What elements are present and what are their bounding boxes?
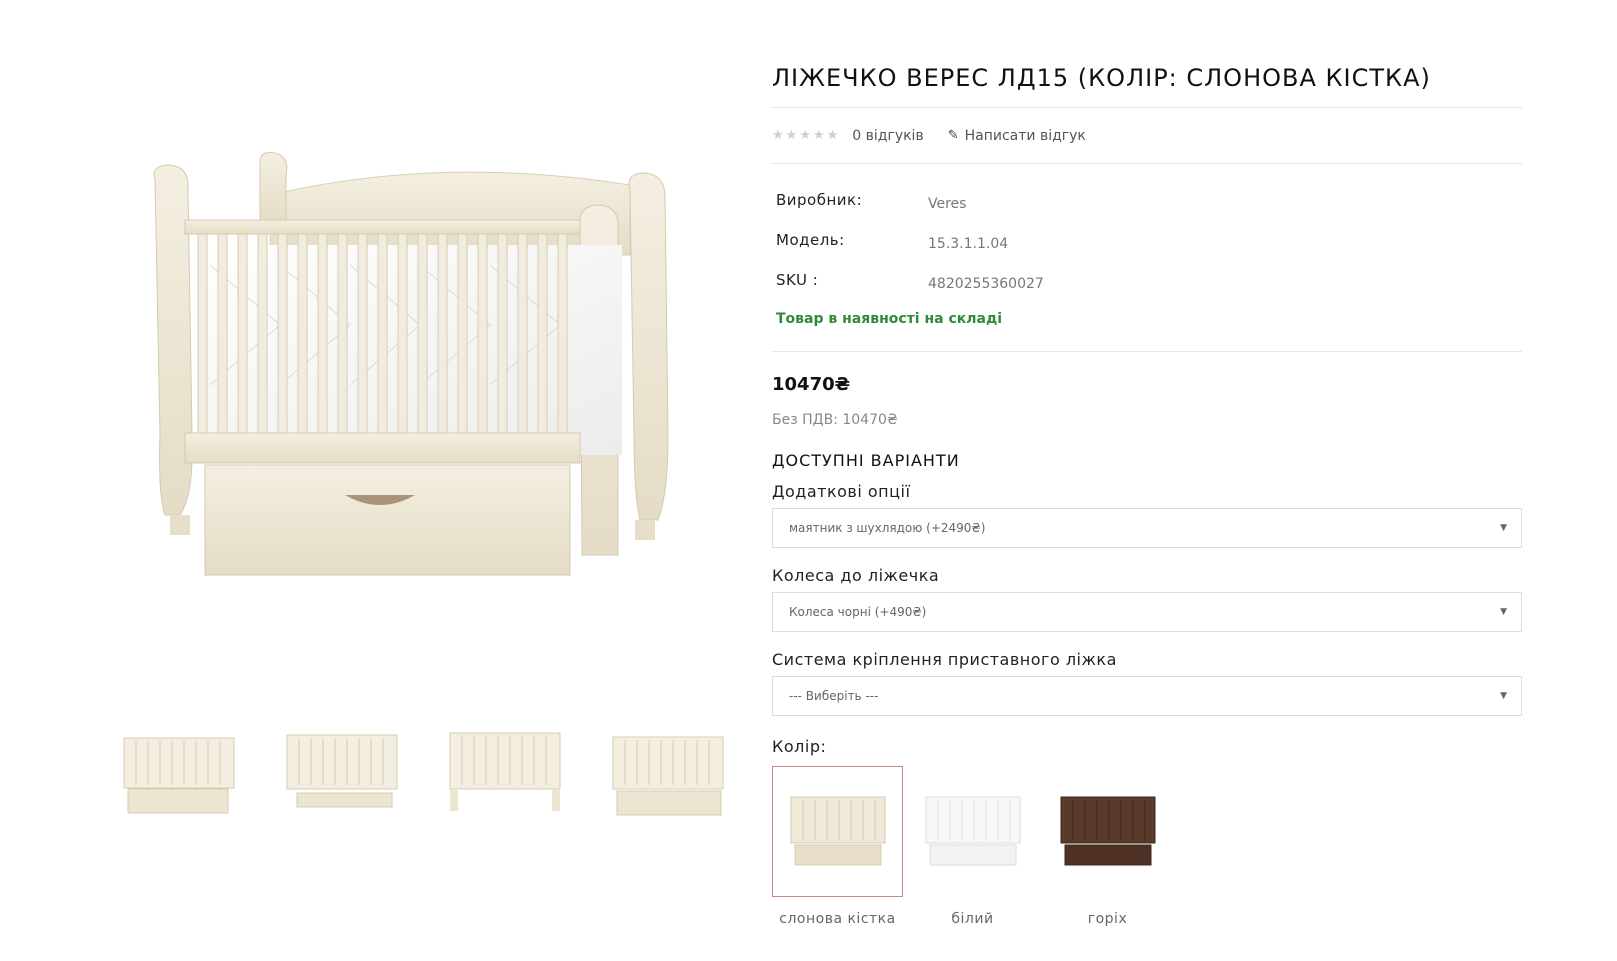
product-title: ЛІЖЕЧКО ВЕРЕС ЛД15 (КОЛІР: СЛОНОВА КІСТК… — [772, 56, 1522, 108]
select-value: маятник з шухлядою (+2490₴) — [789, 521, 986, 535]
spec-row-manufacturer: Виробник: Veres — [776, 180, 1518, 220]
swatch-label: білий — [951, 911, 994, 927]
thumbnail-2[interactable] — [273, 715, 410, 830]
star-icon: ★ — [772, 128, 784, 143]
write-review-label: Написати відгук — [964, 127, 1086, 144]
crib-thumbnail-image — [449, 732, 560, 811]
color-swatches: слонова кістка білий горіх — [772, 766, 1522, 927]
option-label-wheels: Колеса до ліжечка — [772, 566, 940, 585]
swatch-image — [1042, 766, 1173, 897]
stock-status: Товар в наявності на складі — [772, 300, 1522, 352]
spec-value: 15.3.1.1.04 — [928, 236, 1009, 252]
reviews-link[interactable]: 0 відгуків — [852, 128, 923, 144]
star-icon: ★ — [799, 128, 811, 143]
spec-label: SKU : — [776, 271, 819, 289]
product-specs: Виробник: Veres Модель: 15.3.1.1.04 SKU … — [772, 164, 1522, 300]
thumbnail-strip — [110, 715, 740, 830]
price-ex-vat: Без ПДВ: 10470₴ — [772, 412, 898, 428]
color-label: Колір: — [772, 737, 827, 756]
chevron-down-icon: ▼ — [1500, 607, 1507, 617]
select-value: Колеса чорні (+490₴) — [789, 605, 927, 619]
crib-thumbnail-image — [286, 734, 397, 807]
swatch-label: горіх — [1087, 911, 1128, 927]
wheels-select[interactable]: Колеса чорні (+490₴) ▼ — [772, 592, 1522, 632]
chevron-down-icon: ▼ — [1500, 691, 1507, 701]
option-label-attachment: Система кріплення приставного ліжка — [772, 650, 1117, 669]
variants-title: ДОСТУПНІ ВАРІАНТИ — [772, 451, 960, 470]
thumbnail-1[interactable] — [110, 715, 247, 830]
swatch-image — [907, 766, 1038, 897]
extra-options-select[interactable]: маятник з шухлядою (+2490₴) ▼ — [772, 508, 1522, 548]
price: 10470₴ — [772, 374, 851, 395]
spec-row-sku: SKU : 4820255360027 — [776, 260, 1518, 300]
thumbnail-4[interactable] — [599, 715, 736, 830]
swatch-image — [772, 766, 903, 897]
manufacturer-link[interactable]: Veres — [928, 196, 966, 212]
crib-image — [153, 152, 669, 576]
product-main-image[interactable] — [100, 120, 720, 620]
option-label-extra: Додаткові опції — [772, 482, 911, 501]
swatch-label: слонова кістка — [779, 911, 896, 927]
rating-row: ★ ★ ★ ★ ★ 0 відгуків ✎ Написати відгук — [772, 108, 1522, 164]
thumbnail-3[interactable] — [436, 715, 573, 830]
star-icon: ★ — [812, 128, 825, 143]
attachment-system-select[interactable]: --- Виберіть --- ▼ — [772, 676, 1522, 716]
color-swatch-white[interactable]: білий — [907, 766, 1038, 927]
rating-stars[interactable]: ★ ★ ★ ★ ★ — [772, 128, 838, 143]
crib-thumbnail-image — [123, 737, 234, 813]
spec-label: Модель: — [776, 231, 845, 249]
star-icon: ★ — [826, 128, 839, 143]
crib-swatch-image — [1060, 796, 1155, 865]
spec-row-model: Модель: 15.3.1.1.04 — [776, 220, 1518, 260]
chevron-down-icon: ▼ — [1500, 523, 1507, 533]
crib-thumbnail-image — [612, 736, 723, 815]
select-value: --- Виберіть --- — [789, 689, 879, 703]
star-icon: ★ — [785, 128, 798, 143]
color-swatch-walnut[interactable]: горіх — [1042, 766, 1173, 927]
crib-swatch-image — [925, 796, 1020, 865]
crib-swatch-image — [790, 796, 885, 865]
product-info: ЛІЖЕЧКО ВЕРЕС ЛД15 (КОЛІР: СЛОНОВА КІСТК… — [772, 56, 1522, 927]
spec-label: Виробник: — [776, 191, 863, 209]
write-review-link[interactable]: ✎ Написати відгук — [948, 128, 1086, 144]
color-swatch-ivory[interactable]: слонова кістка — [772, 766, 903, 927]
pencil-icon: ✎ — [947, 128, 959, 143]
spec-value: 4820255360027 — [928, 276, 1044, 292]
